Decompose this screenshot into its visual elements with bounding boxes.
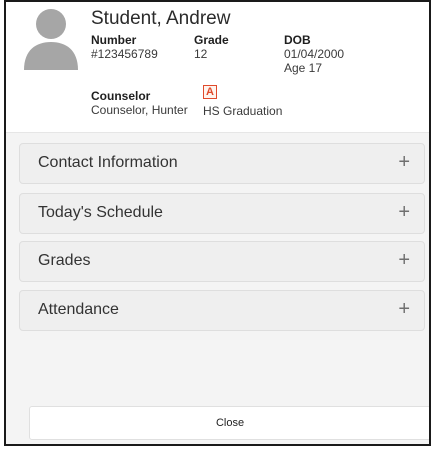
- age-value: Age 17: [284, 61, 323, 75]
- student-name: Student, Andrew: [91, 8, 231, 29]
- graduation-flag-icon[interactable]: A: [203, 85, 217, 99]
- avatar-icon: [24, 9, 78, 70]
- section-attendance[interactable]: Attendance +: [19, 290, 425, 331]
- number-value: #123456789: [91, 47, 158, 61]
- student-header: Student, Andrew Number #123456789 Grade …: [6, 2, 429, 133]
- number-label: Number: [91, 33, 137, 47]
- section-title: Contact Information: [38, 154, 178, 171]
- grade-label: Grade: [194, 33, 229, 47]
- section-todays-schedule[interactable]: Today's Schedule +: [19, 193, 425, 234]
- plus-icon[interactable]: +: [398, 298, 410, 320]
- section-title: Attendance: [38, 301, 119, 318]
- plus-icon[interactable]: +: [398, 151, 410, 173]
- graduation-label: HS Graduation: [203, 104, 283, 118]
- counselor-label: Counselor: [91, 89, 151, 103]
- counselor-value: Counselor, Hunter: [91, 103, 188, 117]
- grade-value: 12: [194, 47, 208, 61]
- dob-value: 01/04/2000: [284, 47, 345, 61]
- section-contact-information[interactable]: Contact Information +: [19, 143, 425, 184]
- student-summary-dialog: Student, Andrew Number #123456789 Grade …: [4, 0, 431, 446]
- dialog-footer: Close: [6, 396, 429, 444]
- dob-label: DOB: [284, 33, 311, 47]
- section-grades[interactable]: Grades +: [19, 241, 425, 282]
- close-button[interactable]: Close: [29, 406, 429, 440]
- section-title: Grades: [38, 252, 91, 269]
- plus-icon[interactable]: +: [398, 201, 410, 223]
- plus-icon[interactable]: +: [398, 249, 410, 271]
- section-title: Today's Schedule: [38, 204, 163, 221]
